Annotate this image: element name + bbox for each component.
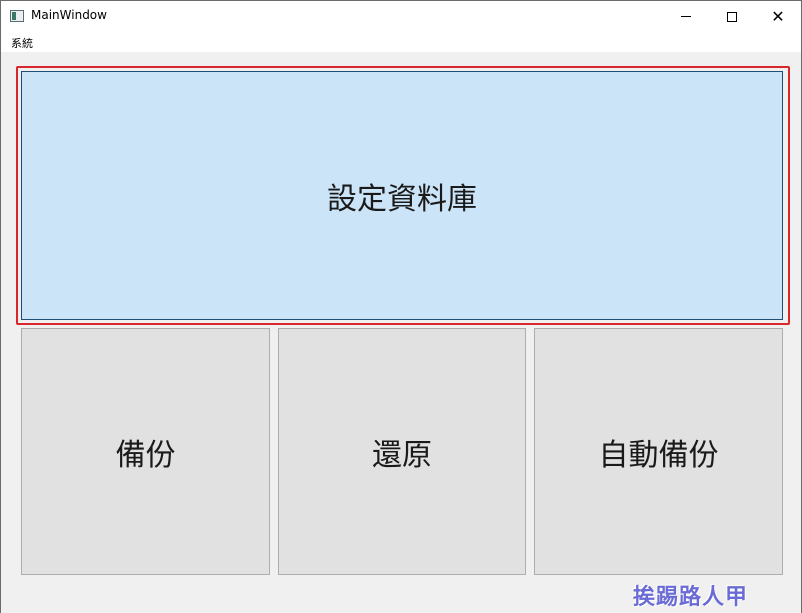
- title-bar[interactable]: MainWindow ✕: [1, 1, 801, 32]
- menu-item-system[interactable]: 系統: [11, 35, 33, 51]
- minimize-button[interactable]: [663, 1, 709, 32]
- backup-button[interactable]: 備份: [21, 328, 270, 575]
- close-icon: ✕: [771, 6, 785, 26]
- close-button[interactable]: ✕: [755, 1, 801, 32]
- window-title: MainWindow: [31, 8, 107, 22]
- auto-backup-button[interactable]: 自動備份: [534, 328, 783, 575]
- maximize-button[interactable]: [709, 1, 755, 32]
- app-icon: [10, 10, 24, 22]
- menu-bar: 系統: [1, 32, 801, 52]
- content-area: 設定資料庫 備份 還原 自動備份: [1, 52, 801, 613]
- main-window: MainWindow ✕ 系統 設定資料庫 備份 還原 自動備份 挨踢路人甲: [0, 0, 802, 613]
- restore-button[interactable]: 還原: [278, 328, 526, 575]
- maximize-icon: [727, 11, 737, 22]
- minimize-icon: [681, 16, 691, 17]
- watermark: 挨踢路人甲: [633, 585, 749, 610]
- setup-database-button[interactable]: 設定資料庫: [21, 71, 783, 320]
